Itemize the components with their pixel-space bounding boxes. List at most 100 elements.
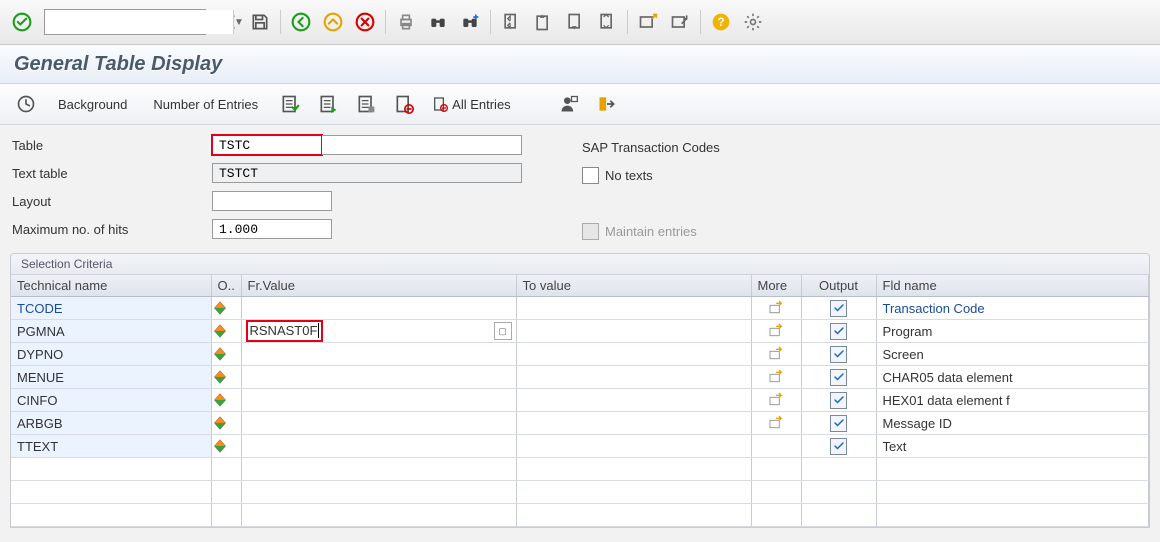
print-button[interactable] xyxy=(392,8,420,36)
operator-cell[interactable] xyxy=(211,366,241,389)
output-checkbox[interactable] xyxy=(802,320,876,342)
to-value-cell[interactable] xyxy=(516,412,751,435)
to-value-input[interactable] xyxy=(523,343,745,365)
to-value-cell[interactable] xyxy=(516,297,751,320)
output-checkbox[interactable] xyxy=(802,389,876,411)
to-value-input[interactable] xyxy=(523,435,745,457)
to-value-input[interactable] xyxy=(523,412,745,434)
to-value-cell[interactable] xyxy=(516,366,751,389)
f4-help-icon[interactable]: ▢ xyxy=(494,322,512,340)
user-settings-button[interactable] xyxy=(555,90,583,118)
prev-page-button[interactable] xyxy=(529,8,557,36)
more-cell[interactable] xyxy=(751,389,801,412)
col-to-value[interactable]: To value xyxy=(516,274,751,297)
no-texts-checkbox[interactable] xyxy=(582,167,599,184)
help-button[interactable]: ? xyxy=(707,8,735,36)
find-next-button[interactable] xyxy=(456,8,484,36)
execute-button[interactable] xyxy=(12,90,40,118)
operator-cell[interactable] xyxy=(211,343,241,366)
tech-name-cell[interactable]: MENUE xyxy=(11,366,211,389)
tech-name-cell[interactable]: TTEXT xyxy=(11,435,211,458)
table-input-ext[interactable] xyxy=(322,135,522,155)
back-button[interactable] xyxy=(287,8,315,36)
output-checkbox[interactable] xyxy=(802,343,876,365)
more-cell[interactable] xyxy=(751,412,801,435)
from-value-cell[interactable] xyxy=(241,412,516,435)
output-checkbox[interactable] xyxy=(802,297,876,319)
to-value-input[interactable] xyxy=(523,320,745,342)
more-cell[interactable] xyxy=(751,366,801,389)
more-cell[interactable] xyxy=(751,320,801,343)
output-cell[interactable] xyxy=(801,343,876,366)
tech-name-cell[interactable]: CINFO xyxy=(11,389,211,412)
to-value-cell[interactable] xyxy=(516,435,751,458)
save-button[interactable] xyxy=(246,8,274,36)
enter-button[interactable] xyxy=(8,8,36,36)
to-value-cell[interactable] xyxy=(516,389,751,412)
operator-cell[interactable] xyxy=(211,435,241,458)
from-value-input[interactable] xyxy=(246,389,512,411)
col-from-value[interactable]: Fr.Value xyxy=(241,274,516,297)
output-cell[interactable] xyxy=(801,320,876,343)
tcode-dropdown-icon[interactable]: ▼ xyxy=(233,10,244,34)
col-operator[interactable]: O.. xyxy=(211,274,241,297)
output-checkbox[interactable] xyxy=(802,412,876,434)
field-name-cell[interactable]: Message ID xyxy=(876,412,1149,435)
output-cell[interactable] xyxy=(801,366,876,389)
output-cell[interactable] xyxy=(801,297,876,320)
select-all-button[interactable] xyxy=(276,90,304,118)
operator-cell[interactable] xyxy=(211,412,241,435)
tech-name-cell[interactable]: DYPNO xyxy=(11,343,211,366)
from-value-input[interactable] xyxy=(246,435,512,457)
more-cell[interactable] xyxy=(751,343,801,366)
customize-button[interactable] xyxy=(739,8,767,36)
more-cell[interactable] xyxy=(751,297,801,320)
delete-sel-button[interactable] xyxy=(390,90,418,118)
output-cell[interactable] xyxy=(801,389,876,412)
from-value-cell[interactable] xyxy=(241,435,516,458)
field-name-cell[interactable]: Transaction Code xyxy=(876,297,1149,320)
to-value-input[interactable] xyxy=(523,389,745,411)
tech-name-cell[interactable]: ARBGB xyxy=(11,412,211,435)
first-page-button[interactable] xyxy=(497,8,525,36)
deselect-all-button[interactable] xyxy=(352,90,380,118)
field-name-cell[interactable]: Text xyxy=(876,435,1149,458)
output-checkbox[interactable] xyxy=(802,435,876,457)
cancel-button[interactable] xyxy=(351,8,379,36)
delete-all-button[interactable]: All Entries xyxy=(428,90,515,118)
operator-cell[interactable] xyxy=(211,320,241,343)
from-value-input[interactable]: RSNAST0F xyxy=(246,320,324,342)
new-session-button[interactable] xyxy=(634,8,662,36)
from-value-cell[interactable] xyxy=(241,389,516,412)
select-all-alt-button[interactable] xyxy=(314,90,342,118)
num-entries-button[interactable]: Number of Entries xyxy=(145,93,266,116)
field-name-cell[interactable]: Program xyxy=(876,320,1149,343)
from-value-cell[interactable] xyxy=(241,297,516,320)
tech-name-cell[interactable]: TCODE xyxy=(11,297,211,320)
col-field-name[interactable]: Fld name xyxy=(876,274,1149,297)
exit-action-button[interactable] xyxy=(593,90,621,118)
from-value-input[interactable] xyxy=(246,412,512,434)
output-cell[interactable] xyxy=(801,412,876,435)
to-value-input[interactable] xyxy=(523,366,745,388)
last-page-button[interactable] xyxy=(593,8,621,36)
to-value-input[interactable] xyxy=(523,297,745,319)
to-value-cell[interactable] xyxy=(516,343,751,366)
field-name-cell[interactable]: HEX01 data element f xyxy=(876,389,1149,412)
table-input[interactable] xyxy=(212,135,322,155)
to-value-cell[interactable] xyxy=(516,320,751,343)
next-page-button[interactable] xyxy=(561,8,589,36)
from-value-cell[interactable] xyxy=(241,343,516,366)
tcode-field[interactable] xyxy=(45,10,233,34)
from-value-input[interactable] xyxy=(246,297,512,319)
operator-cell[interactable] xyxy=(211,389,241,412)
col-technical-name[interactable]: Technical name xyxy=(11,274,211,297)
from-value-cell[interactable]: RSNAST0F ▢ xyxy=(241,320,516,343)
exit-button[interactable] xyxy=(319,8,347,36)
operator-cell[interactable] xyxy=(211,297,241,320)
field-name-cell[interactable]: CHAR05 data element xyxy=(876,366,1149,389)
max-hits-input[interactable] xyxy=(212,219,332,239)
from-value-input[interactable] xyxy=(246,366,512,388)
col-output[interactable]: Output xyxy=(801,274,876,297)
layout-input[interactable] xyxy=(212,191,332,211)
